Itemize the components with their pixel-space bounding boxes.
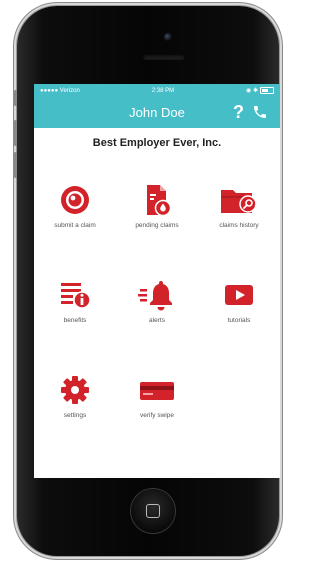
benefits-label: benefits <box>63 317 87 324</box>
battery-icon: ◉ ✱ <box>246 87 274 95</box>
volume-down-button <box>14 152 17 178</box>
clock-label: 2:38 PM <box>151 88 175 94</box>
tutorials-label: tutorials <box>227 317 251 324</box>
settings-tile[interactable]: settings <box>34 374 116 419</box>
pending-claims-tile[interactable]: pending claims <box>116 184 198 229</box>
submit-claim-label: submit a claim <box>54 222 96 229</box>
status-bar: ●●●●● Verizon 2:38 PM ◉ ✱ <box>34 84 280 98</box>
app-screen: ●●●●● Verizon 2:38 PM ◉ ✱ John Doe ? Bes… <box>34 84 280 478</box>
pending-claims-label: pending claims <box>135 222 179 229</box>
carrier-label: ●●●●● Verizon <box>40 88 80 94</box>
verify-swipe-label: verify swipe <box>140 412 174 419</box>
verify-swipe-tile[interactable]: verify swipe <box>116 374 198 419</box>
gear-icon <box>61 376 89 404</box>
help-button[interactable]: ? <box>233 102 244 123</box>
front-camera <box>164 33 172 41</box>
list-info-icon <box>61 283 91 309</box>
document-drop-icon <box>147 185 172 216</box>
benefits-tile[interactable]: benefits <box>34 279 116 324</box>
card-icon <box>140 382 174 400</box>
tutorials-tile[interactable]: tutorials <box>198 279 280 324</box>
alerts-tile[interactable]: alerts <box>116 279 198 324</box>
folder-search-icon <box>221 190 257 213</box>
claims-history-label: claims history <box>219 222 259 229</box>
home-square-icon <box>146 504 160 518</box>
speaker-grille <box>143 54 185 60</box>
settings-label: settings <box>63 412 87 419</box>
nav-bar: John Doe ? <box>34 98 280 128</box>
target-circle-icon <box>61 186 89 214</box>
bell-icon <box>138 281 172 311</box>
phone-icon[interactable] <box>252 104 268 120</box>
alerts-label: alerts <box>149 317 165 324</box>
claims-history-tile[interactable]: claims history <box>198 184 280 229</box>
volume-up-button <box>14 120 17 146</box>
play-icon <box>225 285 253 305</box>
mute-switch <box>14 90 17 106</box>
company-name: Best Employer Ever, Inc. <box>92 137 222 149</box>
submit-claim-tile[interactable]: submit a claim <box>34 184 116 229</box>
home-button[interactable] <box>131 489 175 533</box>
